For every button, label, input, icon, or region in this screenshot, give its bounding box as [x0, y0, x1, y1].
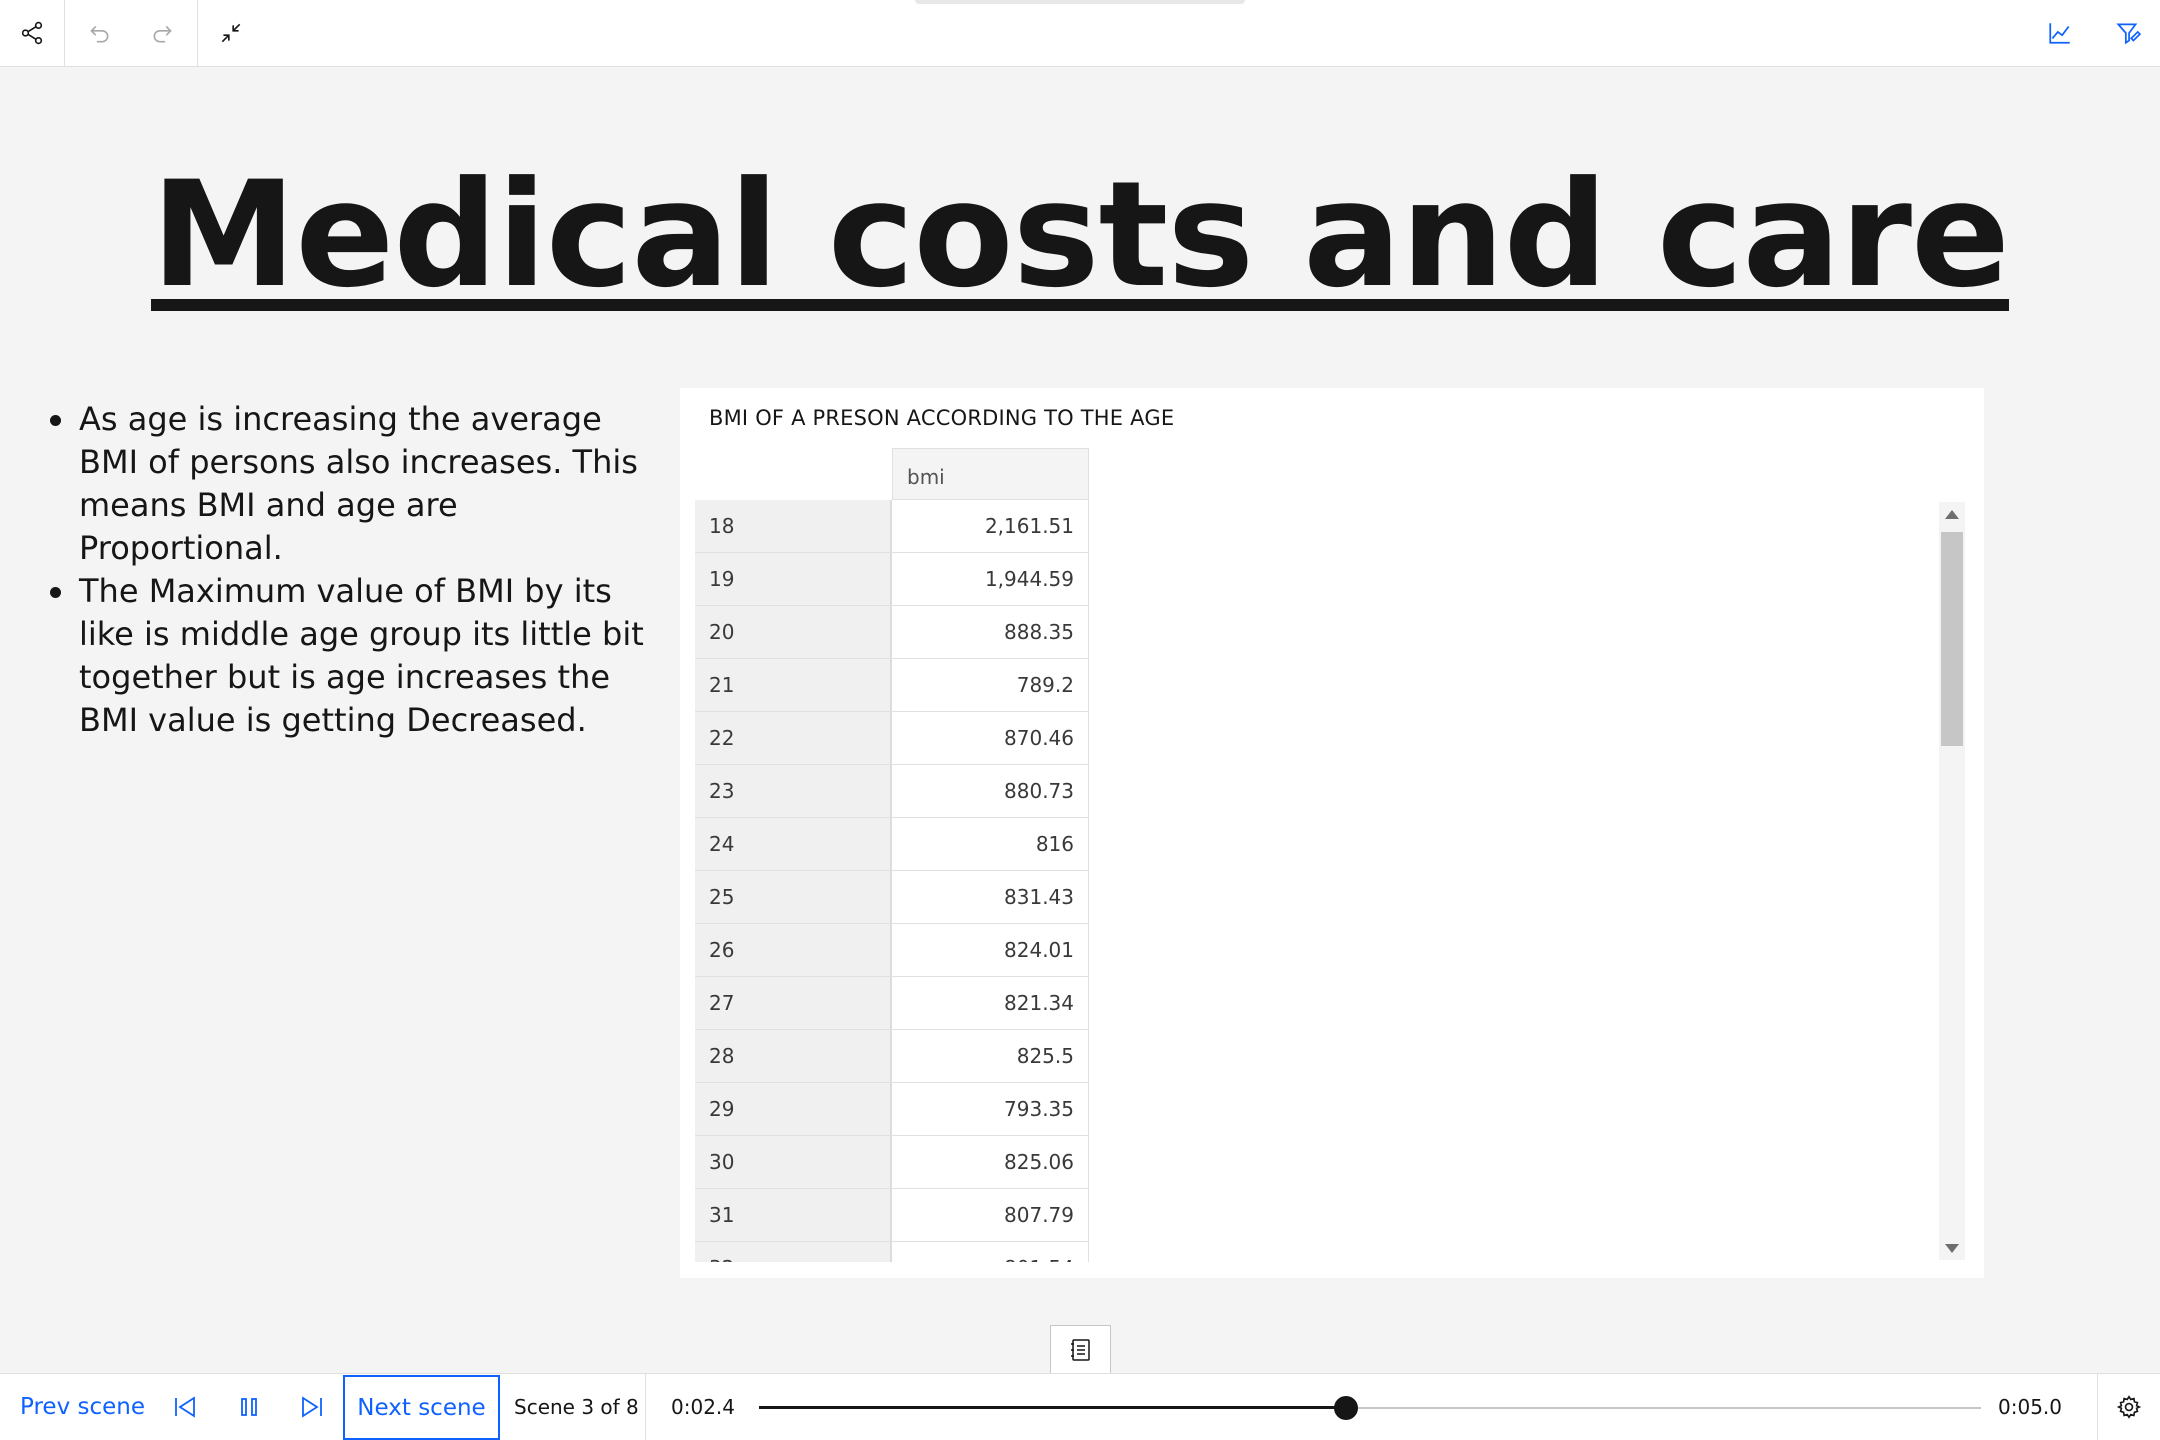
bmi-table-widget[interactable]: BMI OF A PRESON ACCORDING TO THE AGE bmi…	[680, 388, 1984, 1278]
table-row[interactable]: 22 870.46	[695, 712, 1089, 765]
cell-bmi: 801.54	[892, 1242, 1089, 1262]
pause-icon	[241, 1398, 257, 1416]
chart-line-icon	[2049, 23, 2070, 44]
table-row[interactable]: 23 880.73	[695, 765, 1089, 818]
total-time: 0:05.0	[1998, 1395, 2062, 1419]
filter-edit-icon	[2116, 23, 2141, 45]
share-icon	[21, 21, 43, 45]
cell-bmi: 1,944.59	[892, 553, 1089, 605]
scroll-down-arrow-icon[interactable]	[1945, 1244, 1959, 1253]
table-row[interactable]: 32801.54	[695, 1242, 1089, 1262]
jump-to-start-button[interactable]	[160, 1382, 210, 1432]
next-scene-button[interactable]: Next scene	[343, 1375, 500, 1440]
chart-line-button[interactable]	[2028, 0, 2092, 66]
table-row[interactable]: 18 2,161.51	[695, 500, 1089, 553]
bullet-text-widget[interactable]: As age is increasing the average BMI of …	[45, 398, 645, 742]
cell-bmi: 816	[892, 818, 1089, 870]
top-toolbar	[0, 0, 2160, 67]
cell-bmi: 870.46	[892, 712, 1089, 764]
data-table: bmi 18 2,161.51 19 1,944.59 20 888.35 21 789.2 2…	[695, 448, 1089, 1262]
cell-bmi: 824.01	[892, 924, 1089, 976]
row-label-age: 20	[695, 606, 892, 658]
cell-bmi: 880.73	[892, 765, 1089, 817]
share-button[interactable]	[0, 0, 64, 66]
table-row[interactable]: 26 824.01	[695, 924, 1089, 977]
row-label-age: 27	[695, 977, 892, 1029]
table-row[interactable]: 29 793.35	[695, 1083, 1089, 1136]
row-label-age: 31	[695, 1189, 892, 1241]
redo-icon	[153, 25, 172, 43]
cell-bmi: 789.2	[892, 659, 1089, 711]
table-row[interactable]: 25 831.43	[695, 871, 1089, 924]
cell-bmi: 2,161.51	[892, 500, 1089, 552]
row-label-age: 26	[695, 924, 892, 976]
page-title-wrap: Medical costs and care	[0, 150, 2160, 320]
table-row[interactable]: 28 825.5	[695, 1030, 1089, 1083]
redo-button[interactable]	[131, 0, 195, 66]
scene-counter: Scene 3 of 8	[514, 1395, 639, 1419]
collapse-icon	[221, 23, 241, 43]
bullet-item: The Maximum value of BMI by its like is …	[45, 570, 645, 742]
settings-button[interactable]	[2104, 1382, 2154, 1432]
jump-to-end-button[interactable]	[287, 1382, 337, 1432]
table-row[interactable]: 27 821.34	[695, 977, 1089, 1030]
row-label-age: 23	[695, 765, 892, 817]
timeline-progress	[759, 1406, 1346, 1409]
cell-bmi: 793.35	[892, 1083, 1089, 1135]
cell-bmi: 807.79	[892, 1189, 1089, 1241]
table-row[interactable]: 19 1,944.59	[695, 553, 1089, 606]
table-row[interactable]: 31 807.79	[695, 1189, 1089, 1242]
widget-title: BMI OF A PRESON ACCORDING TO THE AGE	[709, 406, 1175, 430]
table-row[interactable]: 21 789.2	[695, 659, 1089, 712]
table-row[interactable]: 20 888.35	[695, 606, 1089, 659]
filter-edit-button[interactable]	[2096, 0, 2160, 66]
scrollbar-thumb[interactable]	[1941, 532, 1963, 746]
row-label-age: 24	[695, 818, 892, 870]
row-label-age: 22	[695, 712, 892, 764]
prev-scene-button[interactable]: Prev scene	[20, 1374, 145, 1440]
notes-icon	[1070, 1338, 1090, 1361]
current-time: 0:02.4	[671, 1395, 735, 1419]
undo-button[interactable]	[67, 0, 131, 66]
page-title: Medical costs and care	[151, 150, 2010, 320]
row-label-age: 28	[695, 1030, 892, 1082]
timeline-slider[interactable]	[759, 1396, 1981, 1420]
row-label-age: 32	[695, 1242, 892, 1262]
bullet-item: As age is increasing the average BMI of …	[45, 398, 645, 570]
pause-button[interactable]	[224, 1382, 274, 1432]
row-label-age: 18	[695, 500, 892, 552]
row-label-age: 29	[695, 1083, 892, 1135]
notes-toggle-button[interactable]	[1050, 1325, 1111, 1374]
cell-bmi: 825.5	[892, 1030, 1089, 1082]
collapse-button[interactable]	[199, 0, 263, 66]
table-row[interactable]: 30 825.06	[695, 1136, 1089, 1189]
skip-forward-icon	[302, 1396, 322, 1418]
scroll-up-arrow-icon[interactable]	[1945, 510, 1959, 519]
cell-bmi: 825.06	[892, 1136, 1089, 1188]
cell-bmi: 888.35	[892, 606, 1089, 658]
cell-bmi: 831.43	[892, 871, 1089, 923]
row-label-age: 21	[695, 659, 892, 711]
timeline-handle[interactable]	[1333, 1396, 1358, 1420]
row-label-age: 30	[695, 1136, 892, 1188]
table-row[interactable]: 24 816	[695, 818, 1089, 871]
column-header-bmi[interactable]: bmi	[892, 448, 1089, 500]
undo-icon	[90, 25, 109, 43]
top-drag-handle[interactable]	[915, 0, 1245, 4]
playback-bar: Prev scene Next scene Scene 3 of 8 0:02.…	[0, 1373, 2160, 1440]
row-label-age: 19	[695, 553, 892, 605]
cell-bmi: 821.34	[892, 977, 1089, 1029]
skip-back-icon	[175, 1396, 195, 1418]
vertical-scrollbar[interactable]	[1939, 502, 1965, 1260]
row-label-age: 25	[695, 871, 892, 923]
gear-icon	[2116, 1395, 2142, 1419]
